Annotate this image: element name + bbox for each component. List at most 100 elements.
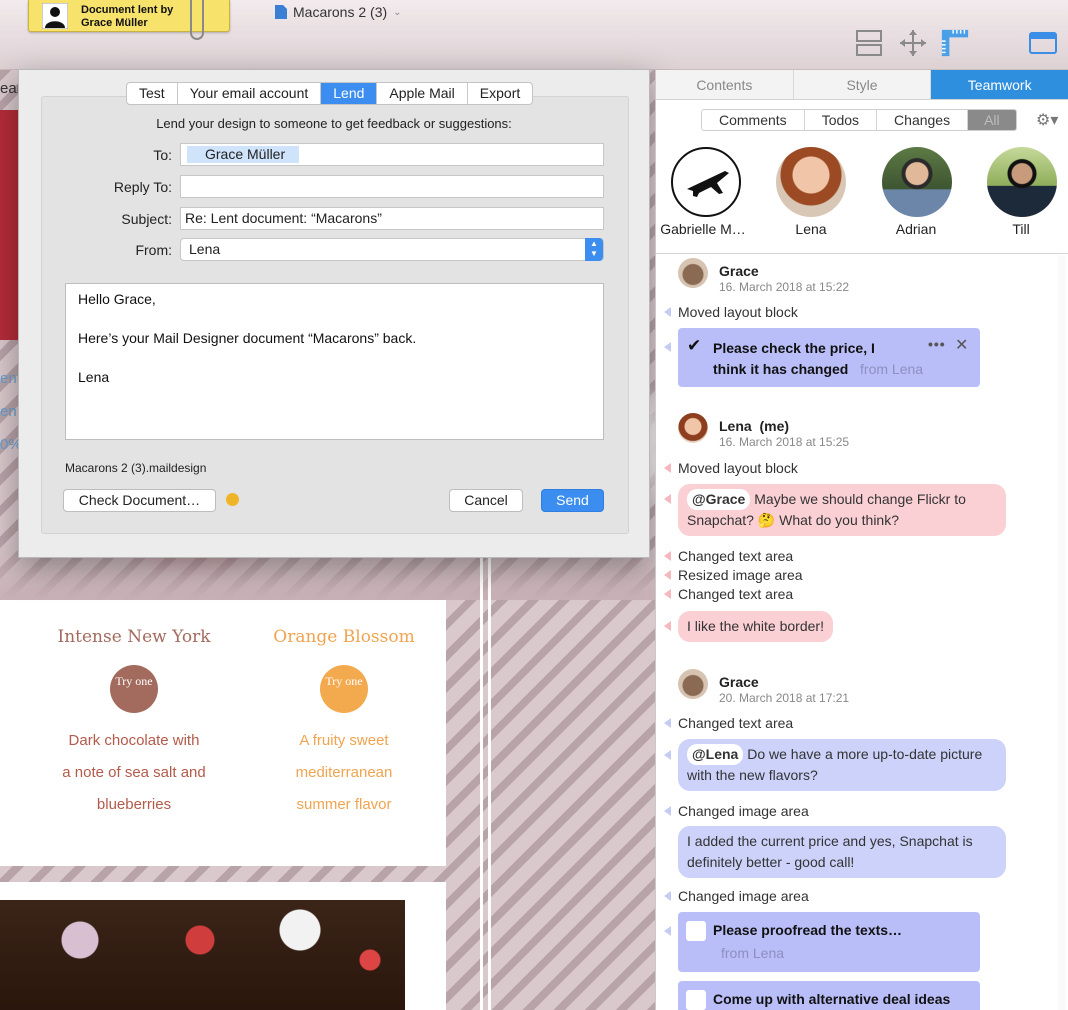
tab-lend[interactable]: Lend [321,83,378,104]
comment-text: Maybe we should change Flickr to [754,491,966,507]
flavor-desc-line: Dark chocolate with [68,732,200,749]
message-body[interactable]: Hello Grace, Here’s your Mail Designer d… [65,283,604,440]
change-event: Changed text area [678,586,794,602]
document-title[interactable]: Macarons 2 (3) ⌄ [275,4,402,20]
message-line: Hello Grace, [78,291,156,307]
checkbox[interactable] [686,921,706,941]
close-icon[interactable]: ✕ [955,335,968,355]
status-dot-icon [226,493,239,506]
edge-text: en [0,403,17,420]
comment-bubble[interactable]: @Grace Maybe we should change Flickr to … [678,484,1006,536]
panel-tabs: Contents Style Teamwork [656,70,1068,100]
person-icon [42,3,68,29]
person-name: Adrian [895,221,937,237]
tab-email-account[interactable]: Your email account [178,83,322,104]
flavor-desc-line: mediterranean [295,764,393,781]
comment-bubble[interactable]: @Lena Do we have a more up-to-date pictu… [678,739,1006,791]
marker-icon [664,494,671,504]
check-document-button[interactable]: Check Document… [63,489,216,512]
flavors-card[interactable]: Intense New York Try one Dark chocolate … [0,600,446,866]
move-icon[interactable] [898,28,928,58]
filter-changes[interactable]: Changes [877,110,969,130]
sidebar-icon[interactable] [1028,28,1058,58]
layout-icon[interactable] [854,28,884,58]
scrollbar[interactable] [1058,255,1066,1010]
flavor-description: Dark chocolate with a note of sea salt a… [34,725,234,821]
todo-from: from Lena [721,945,785,961]
author-name: Grace [719,263,759,279]
change-event: Changed text area [678,548,794,564]
todo-line: Please check the price, I [713,340,875,356]
avatar-adrian[interactable] [882,147,952,217]
checkbox[interactable] [686,990,706,1010]
reply-to-field[interactable] [180,175,604,198]
lent-tag-line1: Document lent by [81,4,174,16]
reply-to-label: Reply To: [113,179,172,195]
window-titlebar: Document lent by Grace Müller Macarons 2… [0,0,1068,70]
divider [656,253,1068,254]
todo-item[interactable]: ✔ Please check the price, I think it has… [678,328,980,387]
more-icon[interactable]: ••• [928,336,946,352]
author-name: Lena (me) [719,418,789,434]
marker-icon [664,307,671,317]
tab-contents[interactable]: Contents [656,70,794,99]
from-select[interactable]: Lena ▲ ▼ [180,238,604,261]
comment-bubble[interactable]: I like the white border! [678,611,833,642]
avatar-till[interactable] [987,147,1057,217]
flavor-desc-line: a note of sea salt and [62,764,206,781]
marker-icon [664,750,671,760]
message-line: Here’s your Mail Designer document “Maca… [78,330,417,346]
document-title-text: Macarons 2 (3) [293,4,388,20]
filter-all[interactable]: All [968,110,1016,130]
flavor-desc-line: A fruity sweet [299,732,389,749]
tab-apple-mail[interactable]: Apple Mail [377,83,468,104]
marker-icon [664,589,671,599]
filter-todos[interactable]: Todos [805,110,878,130]
filter-tabs: Comments Todos Changes All [701,109,1017,131]
comment-bubble[interactable]: I added the current price and yes, Snapc… [678,826,1006,878]
filter-comments[interactable]: Comments [702,110,805,130]
flavor-name: Orange Blossom [273,627,415,647]
teamwork-panel: Contents Style Teamwork Comments Todos C… [655,70,1068,1010]
flavor-orange-blossom: Orange Blossom Try one A fruity sweet me… [244,627,444,821]
gear-icon[interactable]: ⚙▾ [1036,110,1058,130]
macarons-image-card[interactable] [0,882,446,1010]
to-field[interactable]: Grace Müller [180,143,604,166]
try-one-button[interactable]: Try one [320,665,368,713]
flavor-name: Intense New York [57,627,211,647]
todo-item[interactable]: Please proofread the texts… from Lena [678,912,980,972]
tab-style[interactable]: Style [794,70,932,99]
recipient-token[interactable]: Grace Müller [187,146,300,163]
export-tabs: Test Your email account Lend Apple Mail … [126,82,534,105]
todo-line: think it has changed [713,361,849,377]
try-one-button[interactable]: Try one [110,665,158,713]
avatar-gabrielle[interactable] [671,147,741,217]
cancel-button[interactable]: Cancel [449,489,523,512]
marker-icon [664,551,671,561]
todo-from: from Lena [860,361,924,377]
mention-tag[interactable]: @Grace [687,489,751,510]
chevron-down-icon: ⌄ [393,6,402,18]
send-button[interactable]: Send [541,489,604,512]
todo-text: Come up with alternative deal ideas [713,991,951,1007]
marker-icon [664,806,671,816]
tab-teamwork[interactable]: Teamwork [931,70,1068,99]
marker-icon [664,621,671,631]
canvas-left-edge [0,110,20,340]
comment-text: definitely better - good call! [687,854,855,870]
from-select-value: Lena [189,241,221,257]
from-label: From: [135,242,172,258]
tab-test[interactable]: Test [127,83,178,104]
to-label: To: [153,147,172,163]
tab-export[interactable]: Export [468,83,532,104]
todo-item[interactable]: Come up with alternative deal ideas [678,981,980,1010]
avatar-lena[interactable] [776,147,846,217]
comment-date: 16. March 2018 at 15:22 [719,280,850,294]
document-icon [275,5,287,19]
subject-field[interactable]: Re: Lent document: “Macarons” [180,207,604,230]
ruler-icon[interactable] [940,28,970,58]
mention-tag[interactable]: @Lena [687,744,744,765]
filename-label: Macarons 2 (3).maildesign [65,461,207,475]
comment-text: Snapchat? 🤔 What do you think? [687,512,900,528]
flavor-desc-line: summer flavor [296,796,392,813]
